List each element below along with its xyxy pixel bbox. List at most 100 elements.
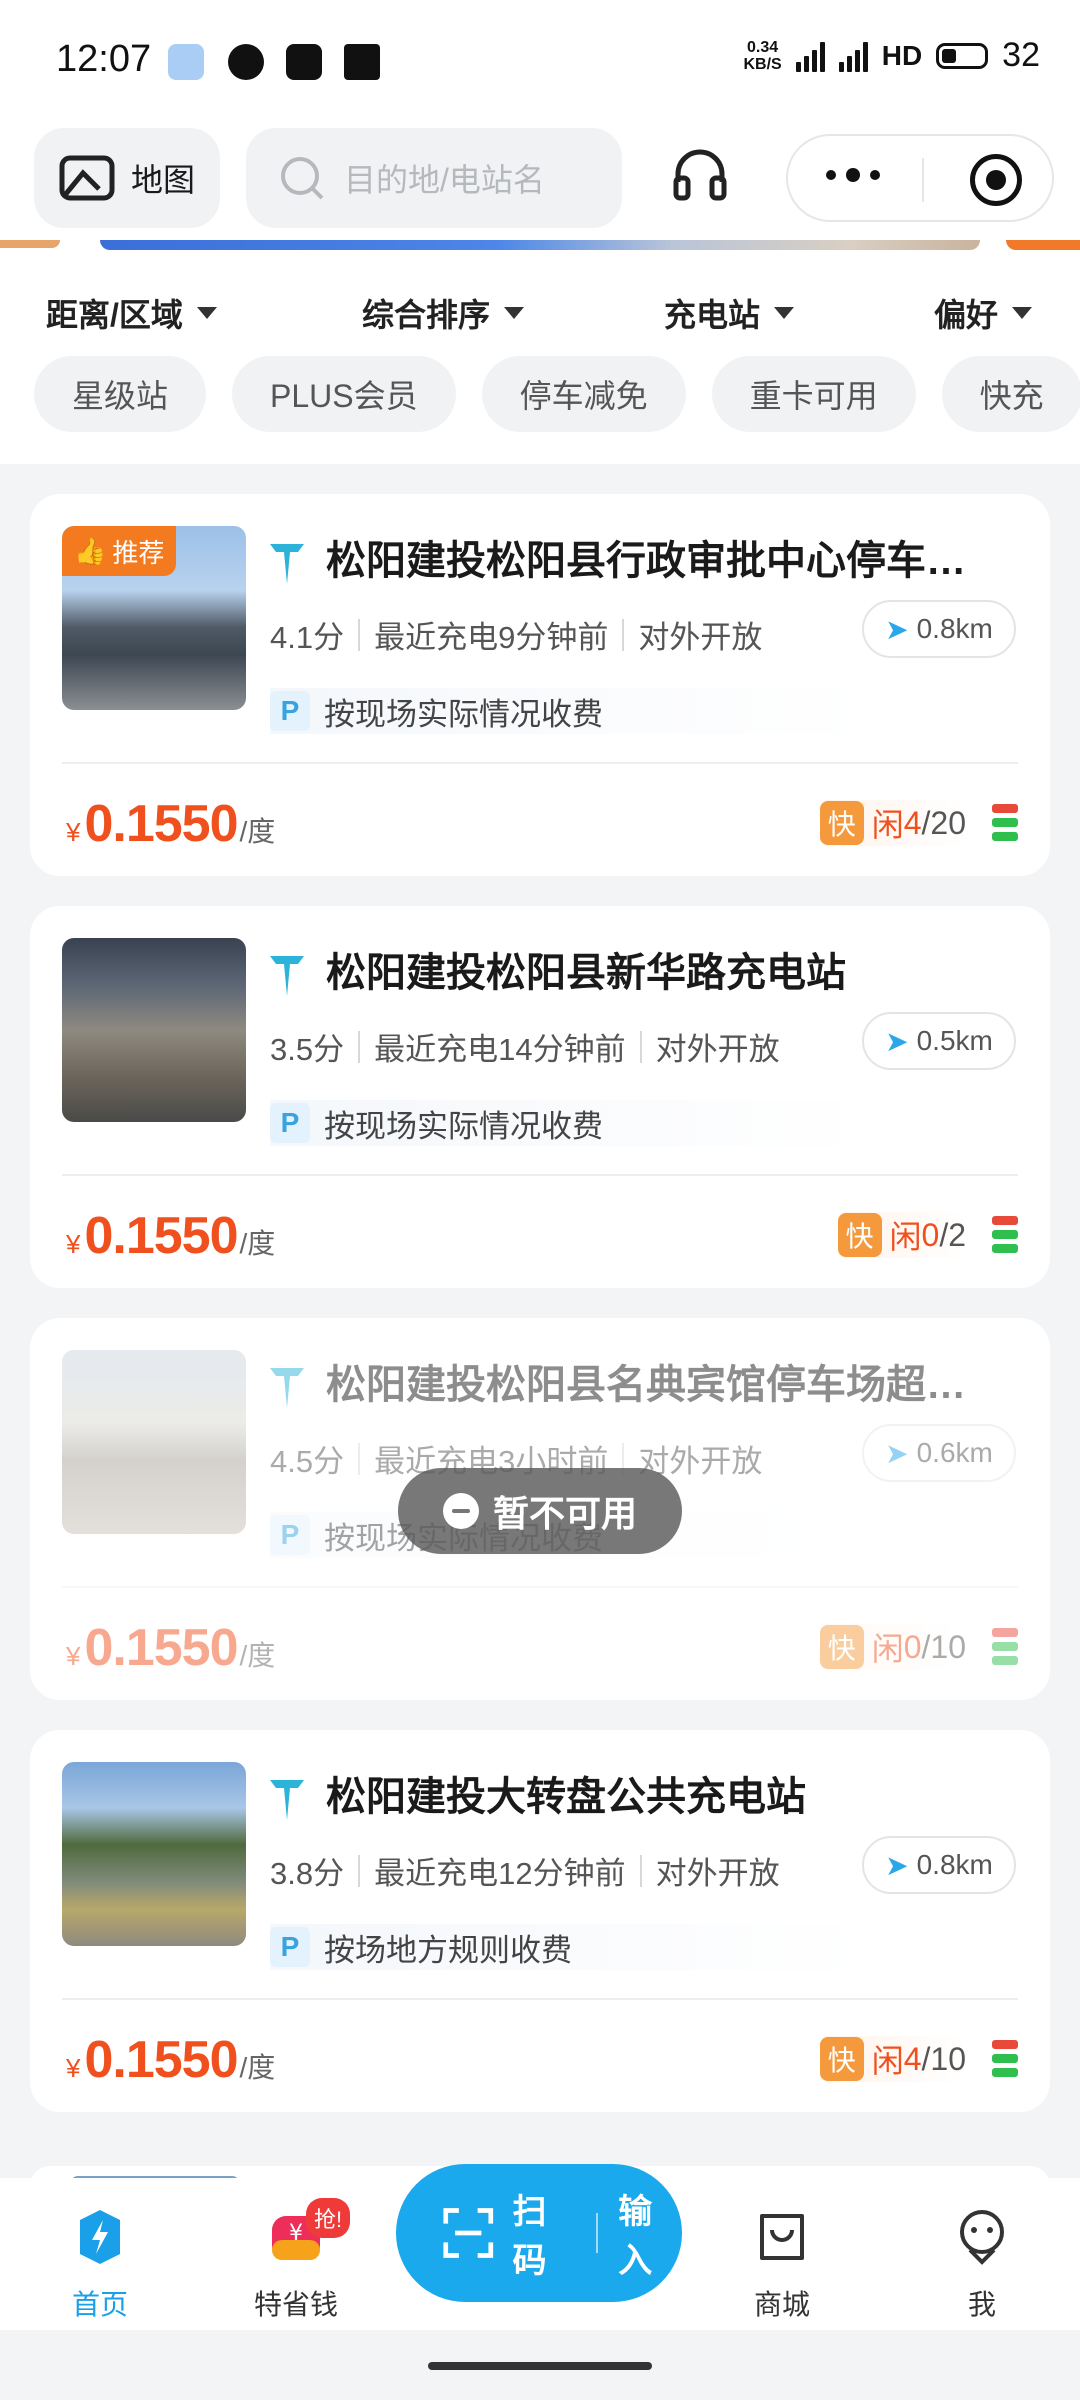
station-photo bbox=[62, 1762, 246, 1946]
navigation-arrow-icon: ➤ bbox=[885, 1437, 909, 1469]
tag-heavy-truck[interactable]: 重卡可用 bbox=[711, 356, 916, 432]
status-bars-icon bbox=[992, 1628, 1018, 1665]
parking-fee: P按现场实际情况收费 bbox=[270, 1100, 870, 1146]
status-bars-icon bbox=[992, 1216, 1018, 1253]
station-title: 松阳建投松阳县名典宾馆停车场超… bbox=[326, 1363, 966, 1407]
brand-logo-icon bbox=[270, 1368, 304, 1408]
tag-plus-member[interactable]: PLUS会员 bbox=[232, 356, 456, 432]
parking-fee: P 按场地方规则收费 bbox=[270, 1924, 870, 1970]
navigate-button[interactable]: ➤ 0.5km bbox=[862, 1012, 1016, 1070]
filter-tags: 星级站 PLUS会员 停车减免 重卡可用 快充 bbox=[34, 356, 1080, 432]
gesture-bar bbox=[0, 2330, 1080, 2400]
caret-down-icon bbox=[774, 307, 795, 319]
unavailable-overlay: 暂不可用 bbox=[398, 1468, 682, 1554]
filter-preference-dropdown[interactable]: 偏好 bbox=[934, 290, 1033, 336]
navigation-arrow-icon: ➤ bbox=[885, 613, 909, 645]
tab-save-money[interactable]: ¥ 抢! 特省钱 bbox=[236, 2198, 356, 2323]
brand-logo-icon bbox=[270, 956, 304, 996]
hd-indicator: HD bbox=[881, 39, 923, 71]
tab-mall[interactable]: 商城 bbox=[722, 2206, 842, 2323]
station-card[interactable]: 👍 推荐 松阳建投松阳县行政审批中心停车… 4.1分 最近充电9分钟前 对外开放 ➤ 0… bbox=[30, 494, 1050, 876]
signal-1-icon bbox=[795, 40, 825, 72]
parking-icon: P bbox=[270, 691, 310, 731]
station-meta: 3.8分 最近充电12分钟前 对外开放 bbox=[270, 1854, 780, 1891]
battery-level: 32 bbox=[1002, 36, 1040, 74]
message-icon bbox=[228, 44, 264, 80]
navigate-button[interactable]: ➤ 0.8km bbox=[862, 600, 1016, 658]
thumbs-up-icon: 👍 bbox=[74, 535, 107, 566]
fast-charge-badge: 快 bbox=[819, 801, 864, 845]
station-photo bbox=[62, 938, 246, 1122]
banner-carousel[interactable] bbox=[0, 240, 1080, 254]
search-icon bbox=[281, 157, 324, 200]
station-photo bbox=[62, 1350, 246, 1534]
app-notification-icon bbox=[344, 44, 380, 80]
battery-icon bbox=[936, 42, 989, 69]
navigation-arrow-icon: ➤ bbox=[885, 1025, 909, 1057]
input-code-label[interactable]: 输入 bbox=[618, 2184, 682, 2282]
miniprogram-capsule bbox=[786, 134, 1054, 222]
station-meta: 4.1分 最近充电9分钟前 对外开放 bbox=[270, 618, 763, 655]
tab-home[interactable]: 首页 bbox=[40, 2206, 160, 2323]
headset-icon[interactable] bbox=[672, 146, 728, 202]
scan-frame-icon bbox=[443, 2208, 494, 2258]
search-placeholder: 目的地/电站名 bbox=[344, 162, 545, 198]
availability: 快闲 0/10 bbox=[819, 1624, 966, 1670]
map-icon bbox=[59, 155, 115, 201]
station-photo: 👍 推荐 bbox=[62, 526, 246, 710]
svg-text:¥: ¥ bbox=[289, 2221, 303, 2246]
status-bars-icon bbox=[992, 2040, 1018, 2077]
search-input[interactable]: 目的地/电站名 bbox=[246, 128, 622, 228]
availability: 快闲 0/2 bbox=[837, 1212, 966, 1258]
more-menu-icon[interactable] bbox=[826, 168, 880, 182]
station-card[interactable]: 松阳建投大转盘公共充电站 3.8分 最近充电12分钟前 对外开放 ➤ 0.8km P按… bbox=[30, 1730, 1050, 2112]
shopping-bag-icon bbox=[760, 2214, 804, 2260]
alipay-icon bbox=[286, 44, 322, 80]
filter-distance-dropdown[interactable]: 距离/区域 bbox=[46, 290, 217, 336]
grab-badge: 抢! bbox=[306, 2198, 351, 2238]
station-title: 松阳建投松阳县新华路充电站 bbox=[326, 951, 846, 995]
station-card-unavailable[interactable]: 松阳建投松阳县名典宾馆停车场超… 4.5分 最近充电3小时前 对外开放 ➤ 0.6km… bbox=[30, 1318, 1050, 1700]
fast-charge-badge: 快 bbox=[837, 1213, 882, 1257]
fast-charge-badge: 快 bbox=[819, 2037, 864, 2081]
station-title: 松阳建投松阳县行政审批中心停车… bbox=[326, 539, 966, 583]
filter-type-dropdown[interactable]: 充电站 bbox=[664, 290, 795, 336]
status-bars-icon bbox=[992, 804, 1018, 841]
brand-logo-icon bbox=[270, 544, 304, 584]
tag-parking-discount[interactable]: 停车减免 bbox=[481, 356, 686, 432]
user-profile-icon bbox=[960, 2210, 1004, 2265]
caret-down-icon bbox=[1012, 307, 1033, 319]
price: ¥0.1550/度 bbox=[66, 1207, 276, 1265]
parking-fee: P按现场实际情况收费 bbox=[270, 688, 870, 734]
parking-icon: P bbox=[270, 1103, 310, 1143]
filter-panel: 距离/区域 综合排序 充电站 偏好 星级站 PLUS会员 停车减免 重卡可用 快… bbox=[0, 254, 1080, 464]
availability: 快闲 4/20 bbox=[819, 800, 966, 846]
lightning-home-icon bbox=[80, 2210, 120, 2264]
map-label: 地图 bbox=[130, 162, 195, 198]
station-card[interactable]: 松阳建投松阳县新华路充电站 3.5分 最近充电14分钟前 对外开放 ➤ 0.5km P… bbox=[30, 906, 1050, 1288]
scan-label: 扫码 bbox=[512, 2193, 547, 2280]
brand-logo-icon bbox=[270, 1780, 304, 1820]
parking-icon: P bbox=[270, 1515, 310, 1555]
signal-2-icon bbox=[838, 40, 868, 72]
tag-star-station[interactable]: 星级站 bbox=[34, 356, 207, 432]
network-speed: 0.34 KB/S bbox=[743, 38, 782, 73]
availability: 快闲 4/10 bbox=[819, 2036, 966, 2082]
station-meta: 3.5分 最近充电14分钟前 对外开放 bbox=[270, 1030, 780, 1067]
map-button[interactable]: 地图 bbox=[34, 128, 220, 228]
filter-sort-dropdown[interactable]: 综合排序 bbox=[362, 290, 525, 336]
tab-me[interactable]: 我 bbox=[922, 2206, 1042, 2323]
top-bar: 地图 目的地/电站名 bbox=[0, 120, 1080, 240]
tag-fast-charge[interactable]: 快充 bbox=[941, 356, 1080, 432]
close-target-icon[interactable] bbox=[970, 154, 1022, 206]
recommend-badge: 👍 推荐 bbox=[62, 526, 177, 576]
scan-code-button[interactable]: 扫码 输入 bbox=[396, 2164, 682, 2302]
caret-down-icon bbox=[196, 307, 217, 319]
price: ¥0.1550/度 bbox=[66, 795, 276, 853]
navigate-button[interactable]: ➤ 0.6km bbox=[862, 1424, 1016, 1482]
location-icon bbox=[168, 44, 204, 80]
station-title: 松阳建投大转盘公共充电站 bbox=[326, 1775, 806, 1819]
parking-icon: P bbox=[270, 1927, 310, 1967]
navigate-button[interactable]: ➤ 0.8km bbox=[862, 1836, 1016, 1894]
status-right: 0.34 KB/S HD 32 bbox=[743, 36, 1040, 75]
